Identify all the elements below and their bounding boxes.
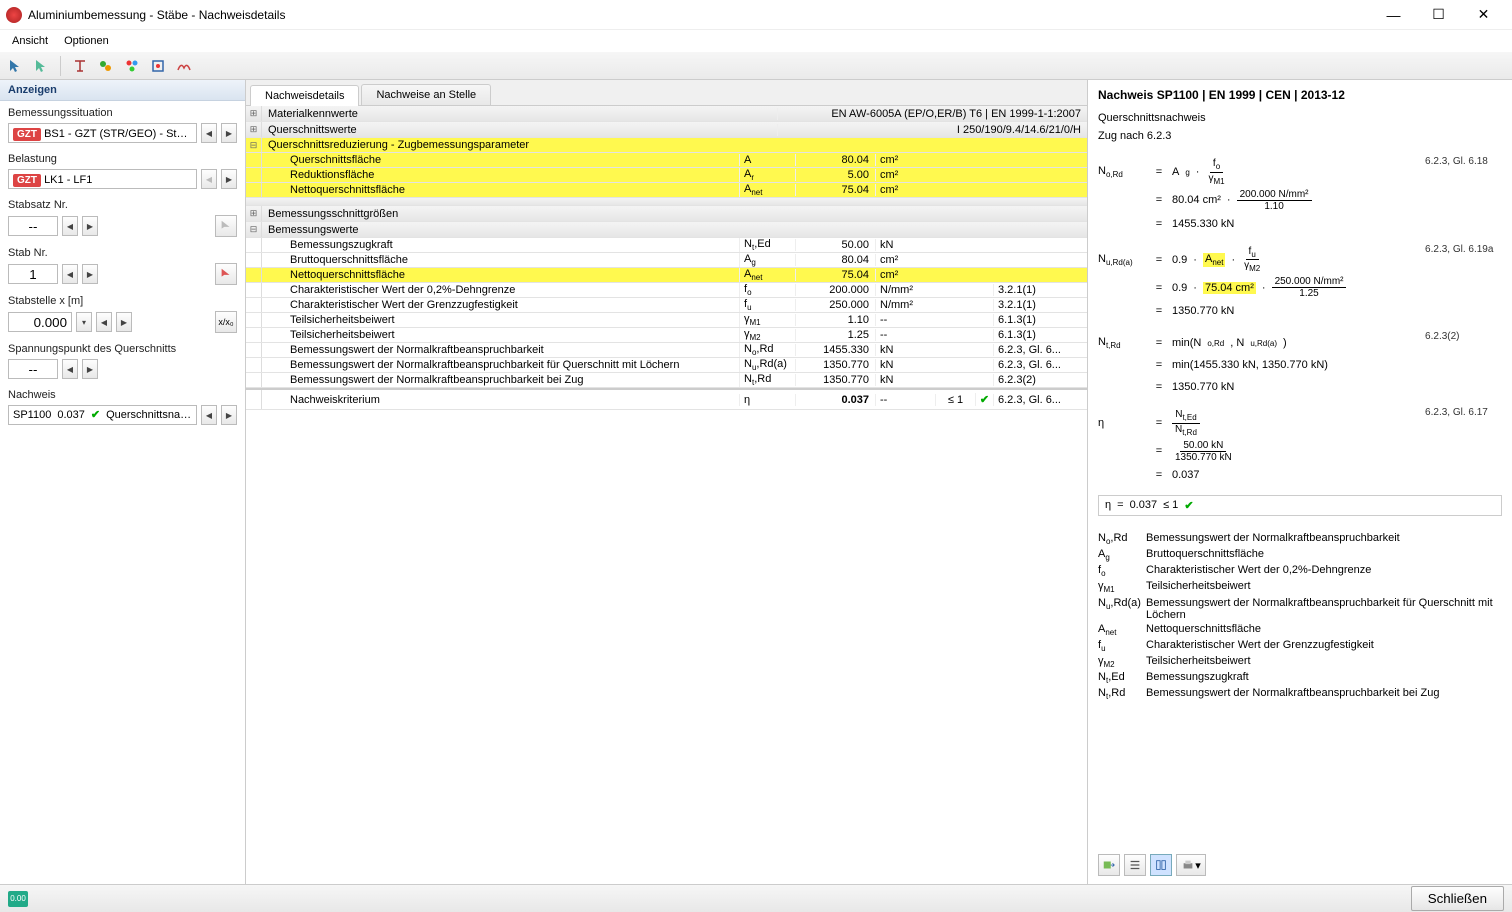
result-box: η=0.037≤ 1✔ xyxy=(1098,495,1502,516)
loading-next[interactable]: ▶ xyxy=(221,169,237,189)
loading-label: Belastung xyxy=(0,147,245,167)
point-prev[interactable]: ◀ xyxy=(96,312,112,332)
footer: 0.00 Schließen xyxy=(0,884,1512,912)
legend-row: γM1Teilsicherheitsbeiwert xyxy=(1098,580,1502,594)
tool4-icon[interactable] xyxy=(147,55,169,77)
situation-next[interactable]: ▶ xyxy=(221,123,237,143)
legend-row: No,RdBemessungswert der Normalkraftbeans… xyxy=(1098,532,1502,546)
app-icon xyxy=(6,7,22,23)
stress-next[interactable]: ▶ xyxy=(82,359,98,379)
rt-print-icon[interactable]: ▾ xyxy=(1176,854,1206,876)
table-row[interactable]: Bemessungswert der Normalkraftbeanspruch… xyxy=(246,343,1087,358)
staffset-input[interactable] xyxy=(8,216,58,236)
table-row[interactable]: NettoquerschnittsflächeAnet75.04cm² xyxy=(246,268,1087,283)
staff-pick-icon[interactable] xyxy=(215,263,237,285)
minimize-button[interactable]: ― xyxy=(1371,1,1416,29)
legend-row: fuCharakteristischer Wert der Grenzzugfe… xyxy=(1098,639,1502,653)
right-title: Nachweis SP1100 | EN 1999 | CEN | 2013-1… xyxy=(1098,88,1502,102)
legend-row: γM2Teilsicherheitsbeiwert xyxy=(1098,655,1502,669)
rt-tool3-icon[interactable] xyxy=(1150,854,1172,876)
rt-tool1-icon[interactable] xyxy=(1098,854,1120,876)
stress-label: Spannungspunkt des Querschnitts xyxy=(0,337,245,357)
cursor-alt-icon[interactable] xyxy=(30,55,52,77)
staff-label: Stab Nr. xyxy=(0,241,245,261)
stress-input[interactable] xyxy=(8,359,58,379)
legend-row: AgBruttoquerschnittsfläche xyxy=(1098,548,1502,562)
staff-next[interactable]: ▶ xyxy=(82,264,98,284)
menu-options[interactable]: Optionen xyxy=(56,33,117,49)
close-button[interactable]: ✕ xyxy=(1461,1,1506,29)
table-row[interactable]: Charakteristischer Wert der 0,2%-Dehngre… xyxy=(246,283,1087,298)
proof-next[interactable]: ▶ xyxy=(221,405,237,425)
legend-row: Nu,Rd(a)Bemessungswert der Normalkraftbe… xyxy=(1098,597,1502,621)
tool5-icon[interactable] xyxy=(173,55,195,77)
legend-row: foCharakteristischer Wert der 0,2%-Dehng… xyxy=(1098,564,1502,578)
table-row[interactable]: BemessungszugkraftNt,Ed50.00kN xyxy=(246,238,1087,253)
left-panel: Anzeigen Bemessungssituation GZT BS1 - G… xyxy=(0,80,246,884)
maximize-button[interactable]: ☐ xyxy=(1416,1,1461,29)
proof-dropdown[interactable]: SP11000.037✔Querschnittsnach... xyxy=(8,405,197,425)
tool3-icon[interactable] xyxy=(121,55,143,77)
table-row[interactable]: TeilsicherheitsbeiwertγM11.10--6.1.3(1) xyxy=(246,313,1087,328)
legend-row: Nt,EdBemessungszugkraft xyxy=(1098,671,1502,685)
loading-prev[interactable]: ◀ xyxy=(201,169,217,189)
status-badge: 0.00 xyxy=(8,891,28,907)
proof-label: Nachweis xyxy=(0,383,245,403)
point-next[interactable]: ▶ xyxy=(116,312,132,332)
collapse-icon[interactable]: ⊟ xyxy=(246,138,262,152)
cursor-icon[interactable] xyxy=(4,55,26,77)
situation-prev[interactable]: ◀ xyxy=(201,123,217,143)
center-panel: Nachweisdetails Nachweise an Stelle ⊞Mat… xyxy=(246,80,1088,884)
menu-view[interactable]: Ansicht xyxy=(4,33,56,49)
table-row[interactable]: Bemessungswert der Normalkraftbeanspruch… xyxy=(246,358,1087,373)
staffset-next[interactable]: ▶ xyxy=(82,216,98,236)
staff-input[interactable] xyxy=(8,264,58,284)
expand-icon[interactable]: ⊞ xyxy=(246,122,262,137)
proof-prev[interactable]: ◀ xyxy=(201,405,217,425)
point-toggle-icon[interactable]: x/x₀ xyxy=(215,311,237,333)
table-row[interactable]: TeilsicherheitsbeiwertγM21.25--6.1.3(1) xyxy=(246,328,1087,343)
stress-prev[interactable]: ◀ xyxy=(62,359,78,379)
tab-details[interactable]: Nachweisdetails xyxy=(250,85,359,106)
rt-list-icon[interactable] xyxy=(1124,854,1146,876)
collapse-icon[interactable]: ⊟ xyxy=(246,222,262,237)
table-row[interactable]: BruttoquerschnittsflächeAg80.04cm² xyxy=(246,253,1087,268)
legend-row: AnetNettoquerschnittsfläche xyxy=(1098,623,1502,637)
point-input[interactable] xyxy=(8,312,72,332)
point-label: Stabstelle x [m] xyxy=(0,289,245,309)
window-title: Aluminiumbemessung - Stäbe - Nachweisdet… xyxy=(28,8,1371,22)
expand-icon[interactable]: ⊞ xyxy=(246,106,262,121)
toolbar xyxy=(0,52,1512,80)
situation-dropdown[interactable]: GZT BS1 - GZT (STR/GEO) - Ständig ... xyxy=(8,123,197,143)
table-row[interactable]: Charakteristischer Wert der Grenzzugfest… xyxy=(246,298,1087,313)
staffset-pick-icon[interactable] xyxy=(215,215,237,237)
details-grid[interactable]: ⊞MaterialkennwerteEN AW-6005A (EP/O,ER/B… xyxy=(246,106,1087,884)
point-dd[interactable]: ▾ xyxy=(76,312,92,332)
loading-dropdown[interactable]: GZT LK1 - LF1 xyxy=(8,169,197,189)
close-dialog-button[interactable]: Schließen xyxy=(1411,886,1504,911)
expand-icon[interactable]: ⊞ xyxy=(246,206,262,221)
tab-atpoint[interactable]: Nachweise an Stelle xyxy=(361,84,491,105)
panel-header: Anzeigen xyxy=(0,80,245,101)
tool2-icon[interactable] xyxy=(95,55,117,77)
staffset-label: Stabsatz Nr. xyxy=(0,193,245,213)
staff-prev[interactable]: ◀ xyxy=(62,264,78,284)
situation-label: Bemessungssituation xyxy=(0,101,245,121)
right-panel: Nachweis SP1100 | EN 1999 | CEN | 2013-1… xyxy=(1088,80,1512,884)
legend-row: Nt,RdBemessungswert der Normalkraftbeans… xyxy=(1098,687,1502,701)
tool1-icon[interactable] xyxy=(69,55,91,77)
staffset-prev[interactable]: ◀ xyxy=(62,216,78,236)
menubar: Ansicht Optionen xyxy=(0,30,1512,52)
table-row[interactable]: Bemessungswert der Normalkraftbeanspruch… xyxy=(246,373,1087,388)
titlebar: Aluminiumbemessung - Stäbe - Nachweisdet… xyxy=(0,0,1512,30)
